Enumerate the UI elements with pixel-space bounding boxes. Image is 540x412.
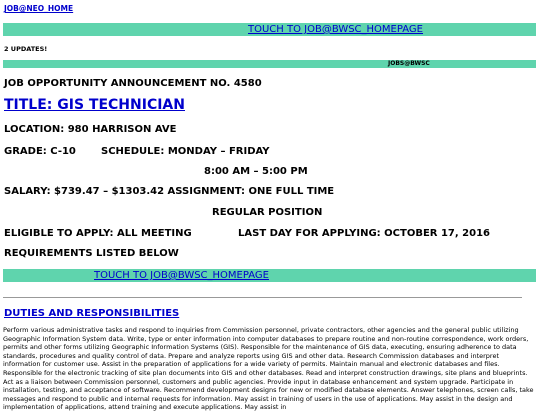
eligible-text: ELIGIBLE TO APPLY: ALL MEETING [4,228,192,239]
job-neo-home-link[interactable]: JOB@NEO_HOME [4,4,73,13]
job-title-link[interactable]: TITLE: GIS TECHNICIAN [4,97,185,113]
position-text: REGULAR POSITION [212,207,323,218]
requirements-text: REQUIREMENTS LISTED BELOW [4,248,179,259]
salary-text: SALARY: $739.47 – $1303.42 ASSIGNMENT: O… [4,186,335,197]
schedule-text: SCHEDULE: MONDAY – FRIDAY [101,146,270,157]
touch-homepage-link-bottom[interactable]: TOUCH TO JOB@BWSC_HOMEPAGE [94,270,269,281]
grade-text: GRADE: C-10 [4,146,76,157]
homepage-bar-bottom [3,269,536,282]
section-divider [3,297,522,298]
jobs-label: JOBS@BWSC [388,60,430,67]
duties-heading-link[interactable]: DUTIES AND RESPONSIBILITIES [4,308,179,319]
updates-text: 2 UPDATES! [4,45,48,53]
last-day-text: LAST DAY FOR APPLYING: OCTOBER 17, 2016 [238,228,490,239]
announcement-heading: JOB OPPORTUNITY ANNOUNCEMENT NO. 4580 [4,78,262,89]
hours-text: 8:00 AM – 5:00 PM [204,166,308,177]
jobs-bar [3,60,536,68]
touch-homepage-link-top[interactable]: TOUCH TO JOB@BWSC_HOMEPAGE [248,24,423,35]
duties-paragraph: Perform various administrative tasks and… [3,326,534,412]
location-text: LOCATION: 980 HARRISON AVE [4,124,177,135]
